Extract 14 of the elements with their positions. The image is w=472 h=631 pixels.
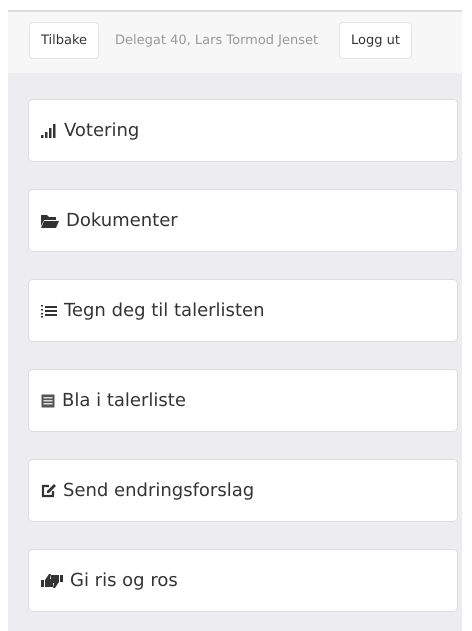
edit-icon: [41, 484, 56, 498]
back-button[interactable]: Tilbake: [29, 22, 100, 59]
list-icon: [41, 304, 57, 318]
menu-button[interactable]: Bla i talerliste: [28, 369, 458, 432]
table-icon: [41, 394, 55, 408]
menu-button[interactable]: Dokumenter: [28, 189, 458, 252]
folder-icon: [41, 214, 59, 228]
logout-button[interactable]: Logg ut: [339, 22, 412, 59]
menu-button[interactable]: Votering: [28, 99, 458, 162]
menu-button[interactable]: Gi ris og ros: [28, 549, 458, 612]
menu-button[interactable]: Tegn deg til talerlisten: [28, 279, 458, 342]
user-label: Delegat 40, Lars Tormod Jenset: [115, 33, 318, 48]
menu-button[interactable]: Send endringsforslag: [28, 459, 458, 522]
signal-bars-icon: [41, 124, 57, 138]
